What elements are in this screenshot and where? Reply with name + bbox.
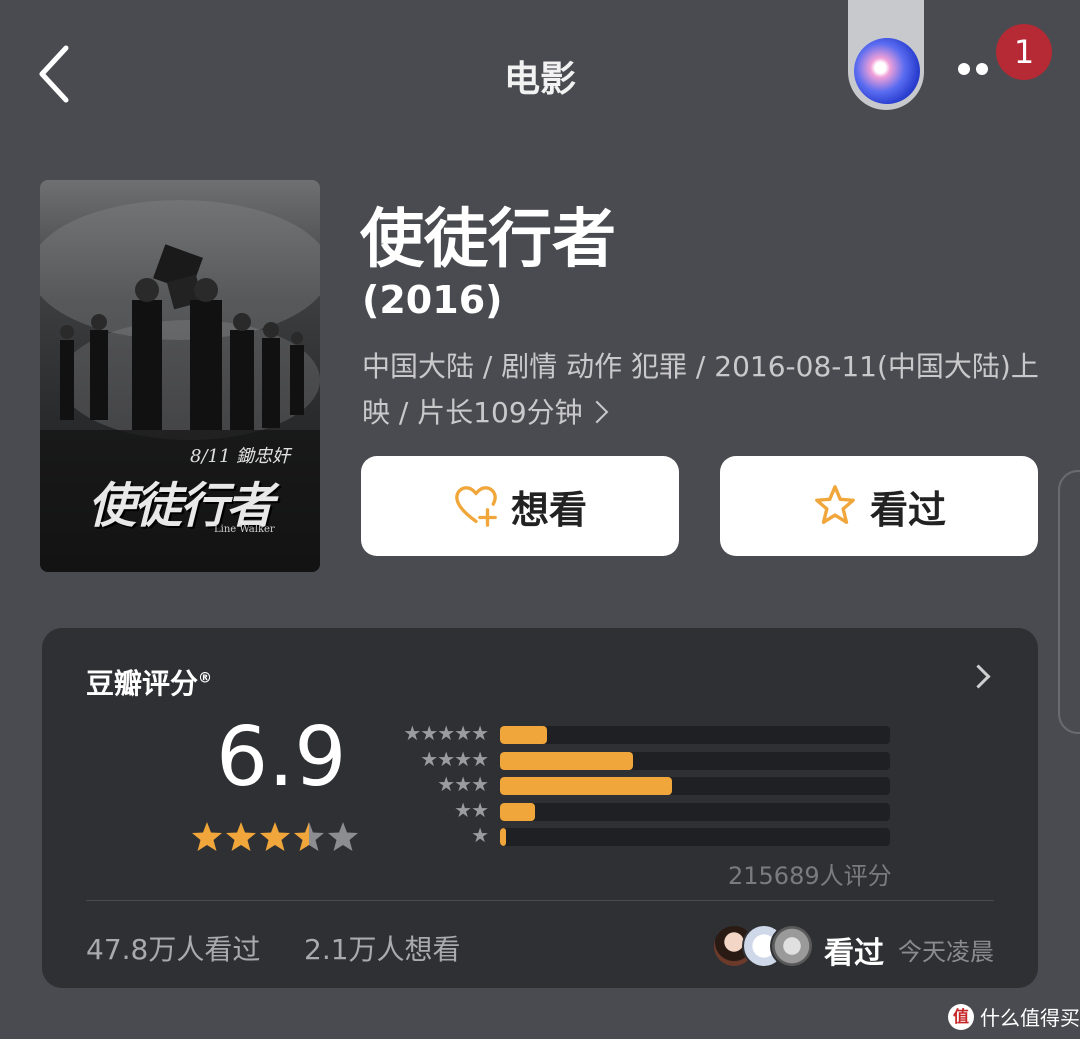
friend-avatars[interactable] [712,924,816,968]
registered-mark: ® [198,670,213,687]
heart-plus-icon [455,486,497,527]
distribution-track [500,828,890,846]
rating-stars [192,822,358,851]
distribution-track [500,802,890,821]
rating-card[interactable]: 豆瓣评分® 6.9 ★★★★★ ★★★★ ★★★ ★★ ★ 215689人评分 47.8… [42,628,1038,988]
chevron-right-icon [585,400,609,424]
distribution-stars: ★★★ [437,772,489,796]
movie-meta-text: 中国大陆 / 剧情 动作 犯罪 / 2016-08-11(中国大陆)上映 / 片… [362,350,1039,429]
movie-title: 使徒行者 [360,203,616,277]
distribution-stars: ★★ [454,797,489,822]
rating-star [226,822,256,851]
watermark-text: 什么值得买 [980,1006,1080,1030]
side-handle[interactable] [1058,470,1080,734]
watermark-logo: 值 [948,1003,974,1030]
distribution-bar [500,777,672,795]
rating-votes: 215689人评分 [728,862,892,890]
distribution-bar [500,751,633,770]
distribution-row: ★★ [382,799,892,821]
friend-time: 今天凌晨 [898,938,994,966]
poster-date: 8/11 鋤忠奸 [190,446,291,467]
want-to-watch-label: 想看 [510,487,587,532]
rating-label-text: 豆瓣评分 [86,667,199,700]
distribution-stars: ★★★★ [420,746,489,771]
rating-star [192,822,222,851]
chevron-right-icon[interactable] [966,664,991,689]
distribution-track [500,777,890,795]
distribution-bar [500,726,547,744]
seen-count[interactable]: 47.8万人看过 [86,928,260,968]
want-count[interactable]: 2.1万人想看 [304,928,461,968]
top-bar: 电影 1 [0,0,1080,150]
distribution-bar [500,802,536,821]
poster-english-title: Line Walker [214,524,275,535]
star-outline-icon [815,485,855,524]
distribution-row: ★★★★ [382,748,892,770]
watched-button[interactable]: 看过 [720,456,1038,556]
distribution-track [500,726,890,744]
watched-label: 看过 [869,487,946,532]
rating-star [328,822,358,851]
watermark: 值 什么值得买 [948,1002,1080,1031]
distribution-stars: ★★★★★ [403,721,489,745]
rating-star [294,822,324,851]
rating-label: 豆瓣评分® [86,662,212,702]
distribution-row: ★ [382,824,892,846]
divider [86,900,994,901]
rating-score: 6.9 [216,710,347,805]
movie-poster[interactable]: 8/11 鋤忠奸 使徒行者 Line Walker [40,180,320,572]
notification-badge[interactable]: 1 [996,24,1052,80]
assistant-orb-icon[interactable] [854,38,920,104]
distribution-row: ★★★★★ [382,722,892,744]
rating-star [260,822,290,851]
more-options-button[interactable] [958,60,1002,84]
avatar [770,924,814,968]
movie-year: (2016) [362,278,503,322]
distribution-stars: ★ [471,823,489,847]
distribution-row: ★★★ [382,773,892,795]
movie-meta[interactable]: 中国大陆 / 剧情 动作 犯罪 / 2016-08-11(中国大陆)上映 / 片… [362,344,1042,436]
want-to-watch-button[interactable]: 想看 [361,456,679,556]
distribution-track [500,751,890,770]
distribution-bar [500,828,506,846]
friend-status: 看过 [824,936,884,971]
